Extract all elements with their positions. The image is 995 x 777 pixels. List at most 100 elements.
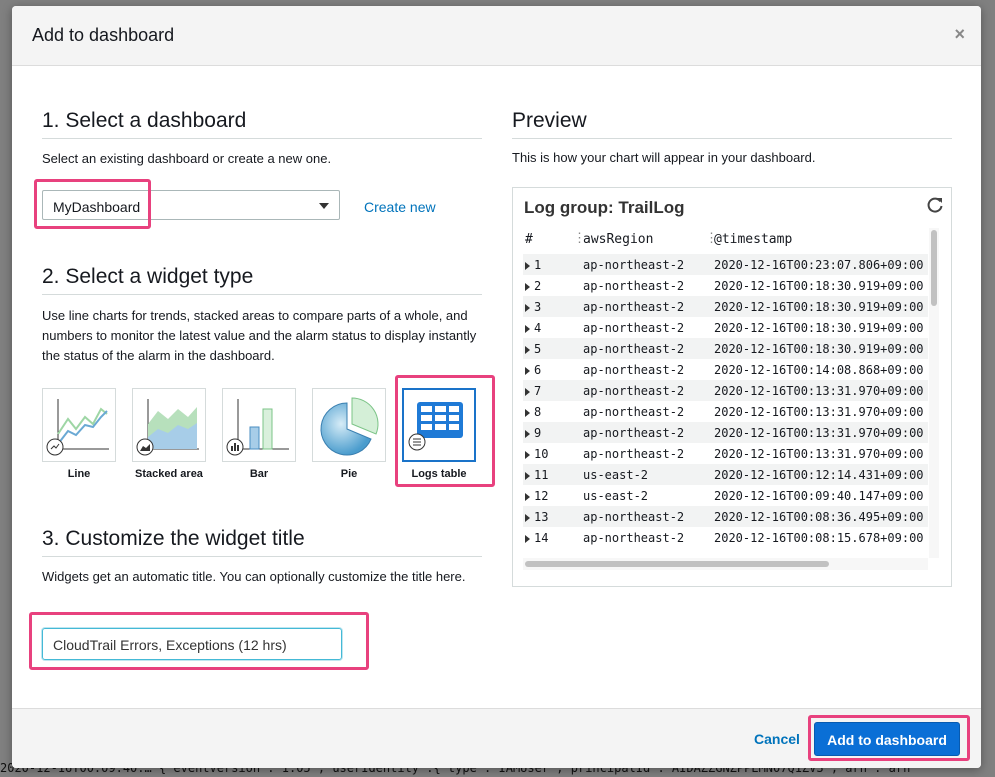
cell-aws-region: ap-northeast-2 [583, 342, 685, 356]
column-header-aws-region[interactable]: awsRegion [583, 232, 653, 247]
table-row[interactable]: 12 us-east-2 2020-12-16T00:09:40.147+09:00 [523, 485, 928, 506]
preview-widget-title: Log group: TrailLog [524, 198, 685, 217]
expand-caret-icon[interactable] [525, 450, 530, 459]
row-index[interactable]: 5 [525, 342, 541, 356]
divider [42, 138, 482, 139]
widget-line[interactable] [42, 388, 116, 462]
refresh-icon[interactable] [925, 195, 945, 215]
row-index[interactable]: 11 [525, 468, 548, 482]
horizontal-scrollbar[interactable] [523, 558, 928, 570]
cell-timestamp: 2020-12-16T00:12:14.431+09:00 [714, 468, 924, 482]
cell-timestamp: 2020-12-16T00:13:31.970+09:00 [714, 384, 924, 398]
expand-caret-icon[interactable] [525, 261, 530, 270]
cell-aws-region: us-east-2 [583, 468, 649, 482]
table-row[interactable]: 8 ap-northeast-2 2020-12-16T00:13:31.970+0… [523, 401, 928, 422]
table-row[interactable]: 7 ap-northeast-2 2020-12-16T00:13:31.970+0… [523, 380, 928, 401]
highlight-logs-table [395, 375, 495, 487]
row-index[interactable]: 10 [525, 447, 548, 461]
cell-aws-region: us-east-2 [583, 489, 649, 503]
cell-timestamp: 2020-12-16T00:08:36.495+09:00 [714, 510, 924, 524]
divider [512, 138, 952, 139]
cell-aws-region: ap-northeast-2 [583, 426, 685, 440]
expand-caret-icon[interactable] [525, 282, 530, 291]
expand-caret-icon[interactable] [525, 303, 530, 312]
horizontal-scroll-thumb[interactable] [525, 561, 829, 567]
cell-aws-region: ap-northeast-2 [583, 531, 685, 545]
table-row[interactable]: 13 ap-northeast-2 2020-12-16T00:08:36.495+… [523, 506, 928, 527]
expand-caret-icon[interactable] [525, 471, 530, 480]
section-select-dashboard-description: Select an existing dashboard or create a… [42, 151, 332, 166]
section-widget-type-description: Use line charts for trends, stacked area… [42, 308, 477, 363]
table-row[interactable]: 9 ap-northeast-2 2020-12-16T00:13:31.970+0… [523, 422, 928, 443]
section-widget-type-heading: 2. Select a widget type [42, 265, 254, 288]
close-icon[interactable]: × [954, 24, 965, 45]
widget-pie[interactable] [312, 388, 386, 462]
expand-caret-icon[interactable] [525, 387, 530, 396]
expand-caret-icon[interactable] [525, 345, 530, 354]
widget-bar[interactable] [222, 388, 296, 462]
highlight-widget-title [29, 612, 369, 670]
divider [42, 294, 482, 295]
expand-caret-icon[interactable] [525, 408, 530, 417]
cell-timestamp: 2020-12-16T00:14:08.868+09:00 [714, 363, 924, 377]
stacked-area-icon [136, 399, 199, 456]
modal-footer: Cancel Add to dashboard [12, 708, 981, 768]
cell-aws-region: ap-northeast-2 [583, 510, 685, 524]
row-index[interactable]: 6 [525, 363, 541, 377]
cell-timestamp: 2020-12-16T00:18:30.919+09:00 [714, 279, 924, 293]
cell-timestamp: 2020-12-16T00:08:15.678+09:00 [714, 531, 924, 545]
vertical-scrollbar[interactable] [929, 228, 939, 558]
widget-pie-label: Pie [340, 468, 358, 480]
preview-description: This is how your chart will appear in yo… [512, 150, 816, 165]
table-row[interactable]: 2 ap-northeast-2 2020-12-16T00:18:30.919+0… [523, 275, 928, 296]
expand-caret-icon[interactable] [525, 492, 530, 501]
row-index[interactable]: 3 [525, 300, 541, 314]
table-row[interactable]: 11 us-east-2 2020-12-16T00:12:14.431+09:00 [523, 464, 928, 485]
expand-caret-icon[interactable] [525, 513, 530, 522]
row-index[interactable]: 4 [525, 321, 541, 335]
widget-stacked-area[interactable] [132, 388, 206, 462]
cell-timestamp: 2020-12-16T00:18:30.919+09:00 [714, 321, 924, 335]
cell-aws-region: ap-northeast-2 [583, 300, 685, 314]
widget-bar-label: Bar [249, 468, 269, 480]
column-header-timestamp[interactable]: @timestamp [714, 232, 792, 247]
section-widget-title-description: Widgets get an automatic title. You can … [42, 569, 466, 584]
cell-timestamp: 2020-12-16T00:23:07.806+09:00 [714, 258, 924, 272]
row-index[interactable]: 7 [525, 384, 541, 398]
create-new-link[interactable]: Create new [364, 199, 436, 215]
expand-caret-icon[interactable] [525, 429, 530, 438]
cell-timestamp: 2020-12-16T00:18:30.919+09:00 [714, 300, 924, 314]
cell-aws-region: ap-northeast-2 [583, 447, 685, 461]
row-index[interactable]: 2 [525, 279, 541, 293]
expand-caret-icon[interactable] [525, 366, 530, 375]
bar-chart-icon [226, 399, 289, 456]
column-header-index: # [525, 232, 533, 247]
vertical-scroll-thumb[interactable] [931, 230, 937, 306]
row-index[interactable]: 14 [525, 531, 548, 545]
table-row[interactable]: 4 ap-northeast-2 2020-12-16T00:18:30.919+0… [523, 317, 928, 338]
table-row[interactable]: 14 ap-northeast-2 2020-12-16T00:08:15.678+… [523, 527, 928, 548]
row-index[interactable]: 12 [525, 489, 548, 503]
cell-aws-region: ap-northeast-2 [583, 321, 685, 335]
modal-title: Add to dashboard [32, 25, 175, 45]
expand-caret-icon[interactable] [525, 324, 530, 333]
row-index[interactable]: 9 [525, 426, 541, 440]
cell-aws-region: ap-northeast-2 [583, 258, 685, 272]
table-row[interactable]: 10 ap-northeast-2 2020-12-16T00:13:31.970+… [523, 443, 928, 464]
row-index[interactable]: 1 [525, 258, 541, 272]
cancel-button[interactable]: Cancel [754, 731, 800, 747]
highlight-dashboard-select [34, 179, 151, 229]
table-row[interactable]: 1 ap-northeast-2 2020-12-16T00:23:07.806+0… [523, 254, 928, 275]
table-row[interactable]: 6 ap-northeast-2 2020-12-16T00:14:08.868+0… [523, 359, 928, 380]
table-header: # ⋮ awsRegion ⋮ @timestamp [523, 228, 928, 254]
expand-caret-icon[interactable] [525, 534, 530, 543]
widget-line-label: Line [67, 468, 91, 480]
highlight-add-to-dashboard [808, 715, 970, 761]
row-index[interactable]: 13 [525, 510, 548, 524]
divider [42, 556, 482, 557]
row-index[interactable]: 8 [525, 405, 541, 419]
table-row[interactable]: 3 ap-northeast-2 2020-12-16T00:18:30.919+0… [523, 296, 928, 317]
pie-chart-icon [320, 397, 379, 456]
modal-header: Add to dashboard × [12, 6, 981, 66]
table-row[interactable]: 5 ap-northeast-2 2020-12-16T00:18:30.919+0… [523, 338, 928, 359]
